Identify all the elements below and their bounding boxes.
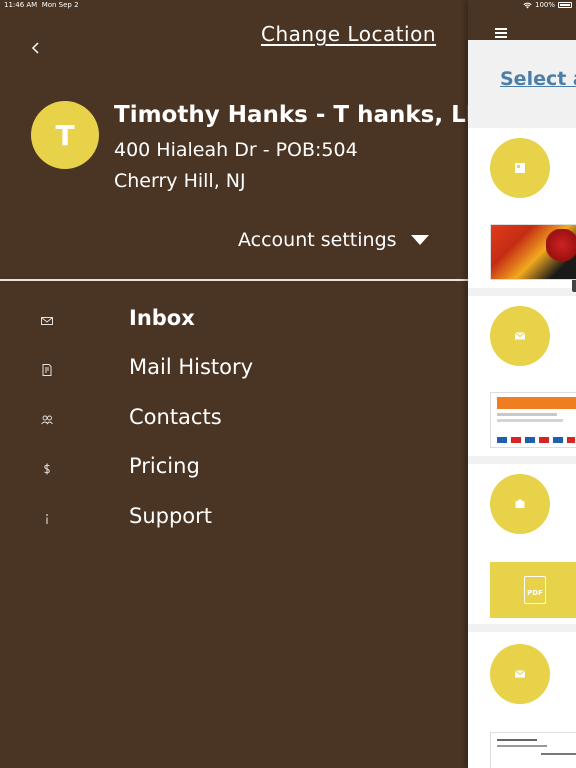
- chevron-left-icon: [31, 42, 39, 54]
- status-bar: 11:46 AM Mon Sep 2 100%: [0, 0, 576, 12]
- navigation-drawer: Change Location T Timothy Hanks - T hank…: [0, 0, 468, 768]
- package-icon: [515, 499, 525, 508]
- mail-card[interactable]: [468, 632, 576, 768]
- mail-scan-thumbnail[interactable]: [490, 224, 576, 280]
- hamburger-menu-icon[interactable]: [495, 28, 507, 38]
- mail-scan-thumbnail[interactable]: [490, 732, 576, 768]
- menu-item-label: Support: [129, 504, 213, 528]
- envelope-icon: [40, 313, 54, 327]
- envelope-icon: [514, 332, 526, 340]
- avatar: T: [31, 101, 99, 169]
- mail-card[interactable]: [468, 296, 576, 456]
- status-indicators: 100%: [523, 1, 572, 9]
- wifi-icon: [523, 2, 532, 8]
- account-settings-dropdown[interactable]: Account settings: [238, 229, 429, 251]
- pdf-label: PDF: [527, 589, 543, 597]
- mail-scan-thumbnail[interactable]: [490, 392, 576, 448]
- sender-avatar: [490, 644, 550, 704]
- account-settings-label: Account settings: [238, 229, 397, 251]
- account-address: 400 Hialeah Dr - POB:504: [114, 139, 358, 161]
- sender-avatar: [490, 474, 550, 534]
- menu-item-mail-history[interactable]: Mail History: [0, 349, 468, 389]
- battery-icon: [558, 2, 572, 8]
- select-all-link[interactable]: Select a: [500, 68, 576, 90]
- document-icon: [40, 362, 54, 376]
- menu-item-pricing[interactable]: Pricing: [0, 448, 468, 488]
- account-city: Cherry Hill, NJ: [114, 170, 246, 192]
- menu-item-label: Contacts: [129, 405, 222, 429]
- mail-card[interactable]: [468, 128, 576, 292]
- battery-percent: 100%: [534, 1, 555, 9]
- back-button[interactable]: [26, 38, 46, 58]
- inbox-panel: Select a PDF: [468, 0, 576, 768]
- dollar-icon: [40, 461, 54, 475]
- sender-avatar: [490, 306, 550, 366]
- change-location-link[interactable]: Change Location: [261, 22, 436, 46]
- newspaper-icon: [515, 163, 525, 173]
- mail-card[interactable]: PDF: [468, 464, 576, 624]
- menu-item-label: Mail History: [129, 355, 254, 379]
- menu-item-label: Inbox: [129, 306, 195, 330]
- pdf-attachment[interactable]: PDF: [490, 562, 576, 618]
- sender-avatar: [490, 138, 550, 198]
- menu-item-support[interactable]: Support: [0, 498, 468, 538]
- menu-item-contacts[interactable]: Contacts: [0, 399, 468, 439]
- divider: [0, 279, 468, 281]
- info-icon: [40, 511, 54, 525]
- people-icon: [40, 412, 54, 426]
- caret-down-icon: [410, 235, 429, 245]
- account-name: Timothy Hanks - T hanks, LLC: [114, 102, 468, 128]
- status-time: 11:46 AM Mon Sep 2: [4, 1, 79, 9]
- menu-item-inbox[interactable]: Inbox: [0, 300, 468, 340]
- pdf-file-icon: PDF: [524, 576, 546, 604]
- envelope-icon: [514, 670, 526, 678]
- menu-item-label: Pricing: [129, 454, 200, 478]
